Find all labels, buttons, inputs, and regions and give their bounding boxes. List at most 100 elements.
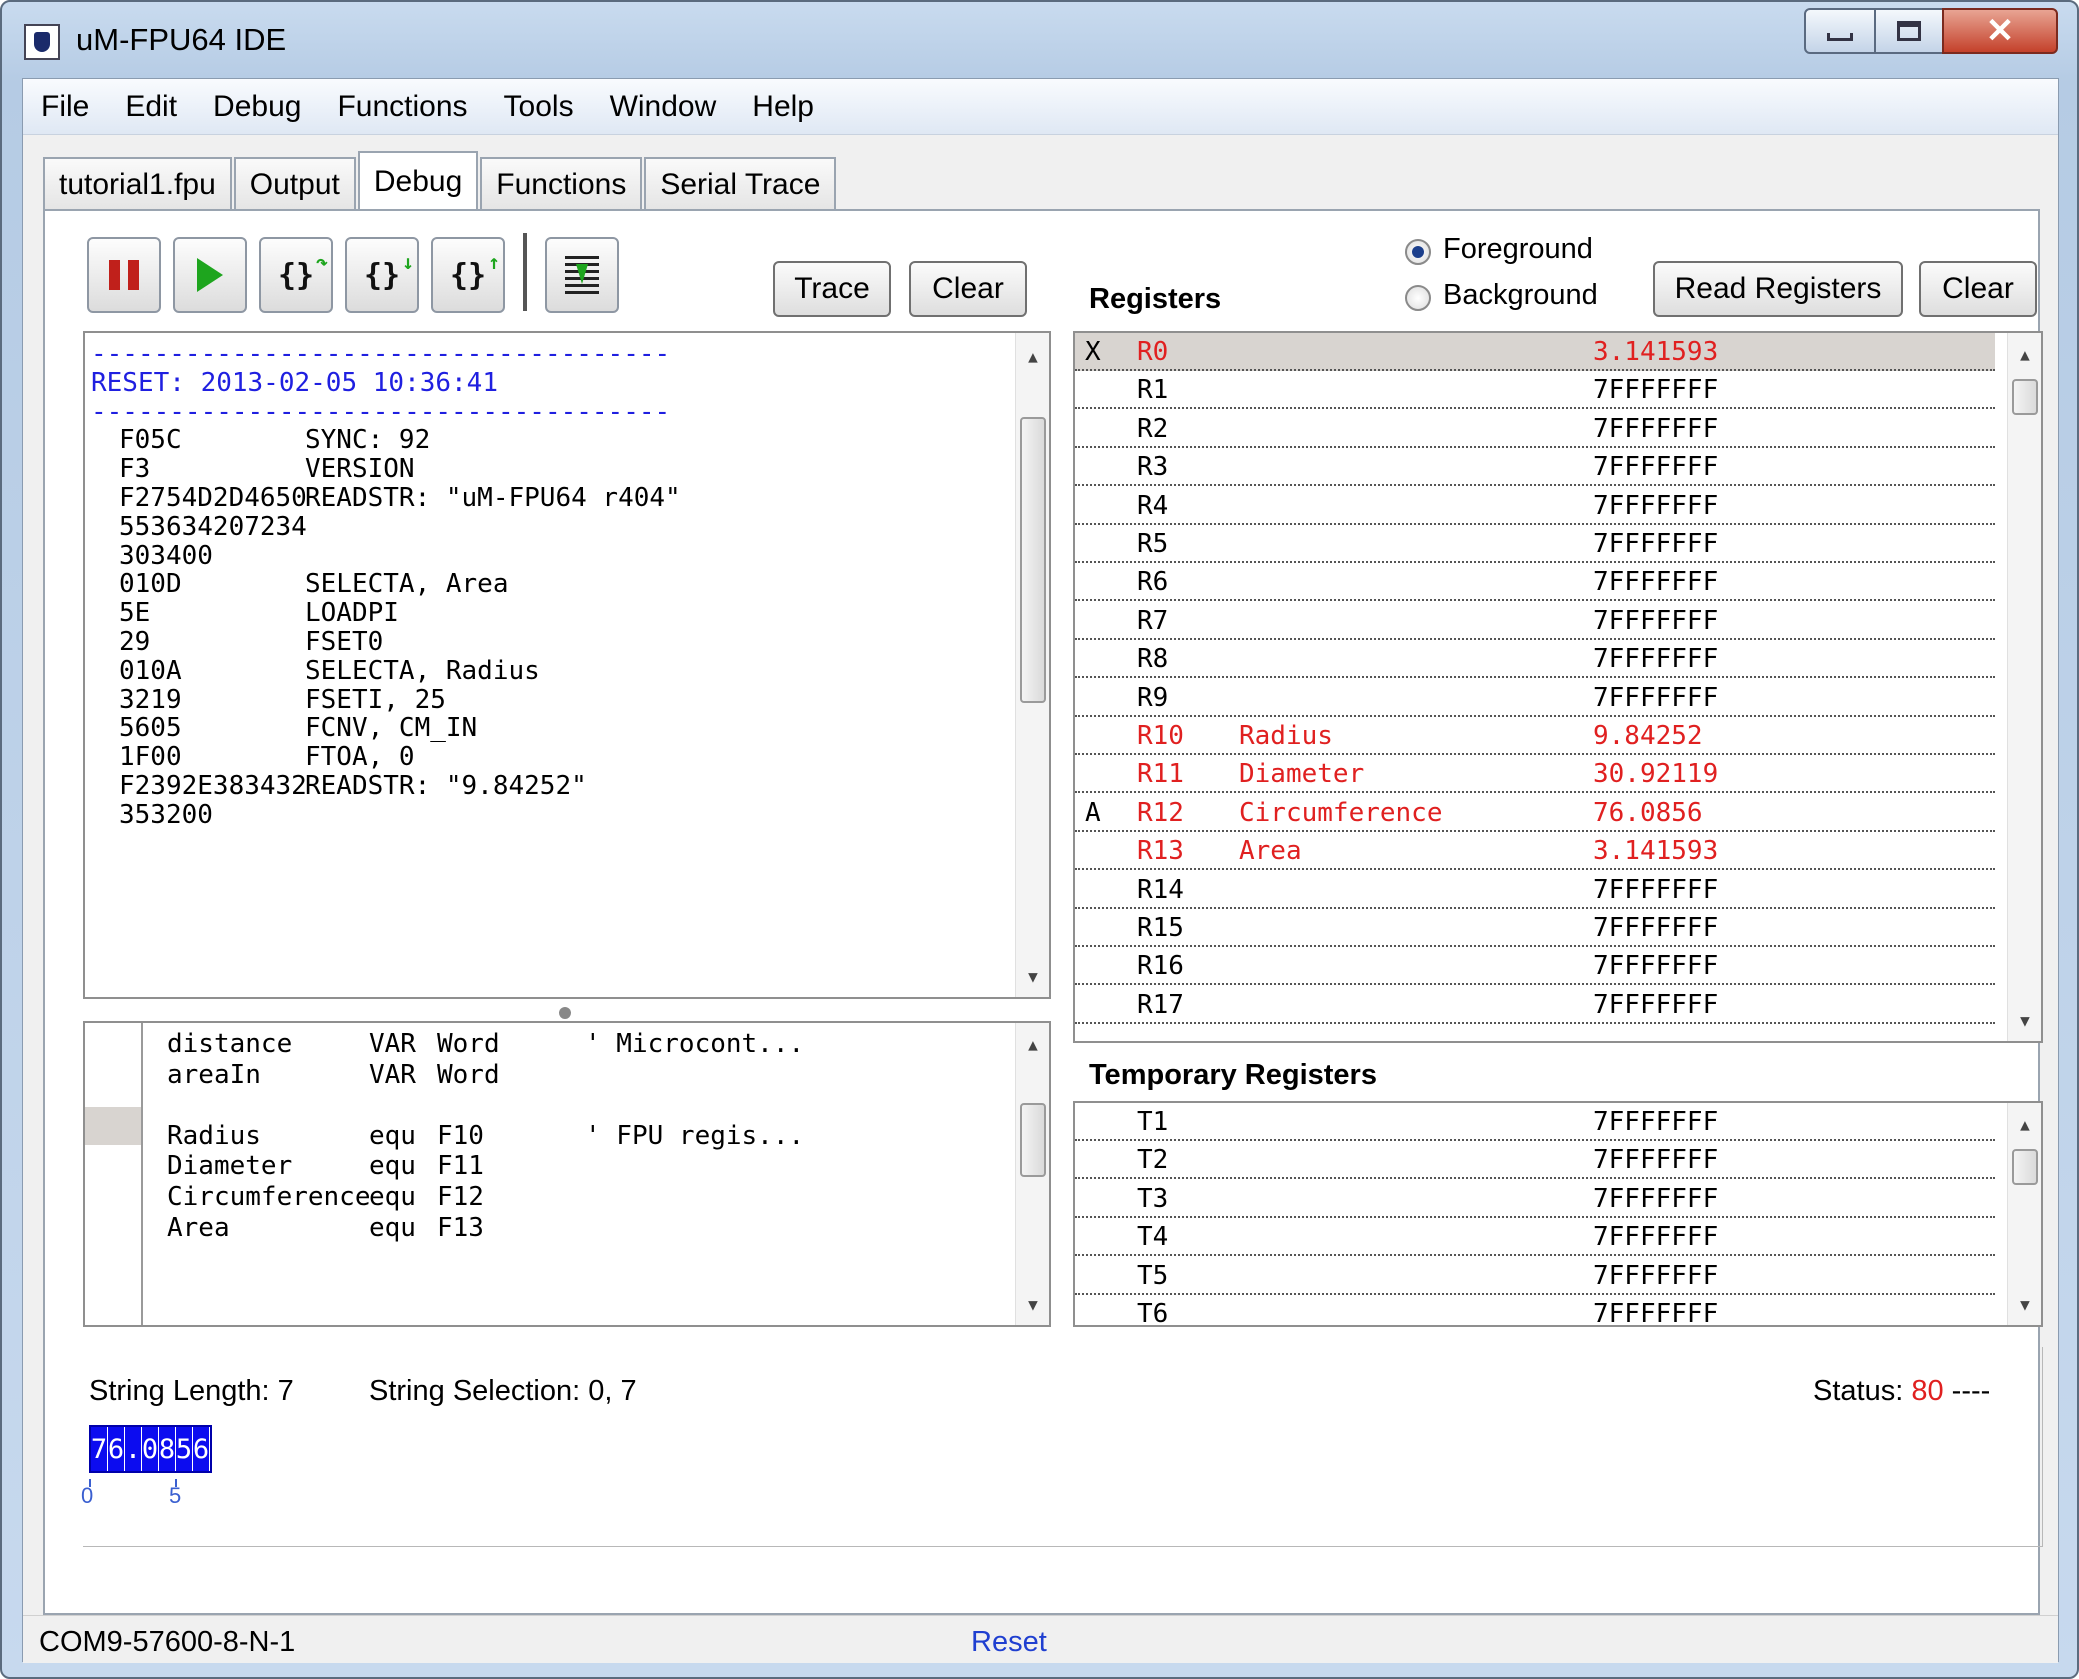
- scroll-thumb[interactable]: [2012, 379, 2038, 415]
- trace-row: F3 VERSION: [119, 454, 415, 484]
- trace-scrollbar[interactable]: ▲ ▼: [1015, 333, 1049, 997]
- register-row[interactable]: R6 7FFFFFFF: [1075, 563, 1995, 602]
- maximize-icon: [1897, 21, 1921, 41]
- close-button[interactable]: ✕: [1942, 8, 2058, 54]
- register-name: R17: [1137, 989, 1184, 1020]
- register-name: R7: [1137, 605, 1169, 636]
- step-out-button[interactable]: {} ↑: [431, 237, 505, 313]
- scroll-up-icon[interactable]: ▲: [2008, 1107, 2041, 1141]
- register-row[interactable]: X R0 3.141593: [1075, 333, 1995, 371]
- menu-debug[interactable]: Debug: [195, 81, 319, 133]
- trace-panel[interactable]: ▲ ▼ ------------------------------------…: [83, 331, 1051, 999]
- register-row[interactable]: R16 7FFFFFFF: [1075, 947, 1995, 986]
- registers-clear-button[interactable]: Clear: [1919, 261, 2037, 317]
- scroll-down-icon[interactable]: ▼: [2008, 1287, 2041, 1321]
- menu-help[interactable]: Help: [734, 81, 832, 133]
- register-row[interactable]: R17 7FFFFFFF: [1075, 986, 1995, 1024]
- menu-window[interactable]: Window: [592, 81, 735, 133]
- temp-register-row[interactable]: T4 7FFFFFFF: [1075, 1218, 1995, 1257]
- app-icon[interactable]: [24, 24, 60, 60]
- run-icon: [197, 258, 223, 292]
- menu-edit[interactable]: Edit: [107, 81, 195, 133]
- menu-tools[interactable]: Tools: [486, 81, 592, 133]
- source-token: VAR: [369, 1029, 416, 1059]
- step-over-button[interactable]: {} ↓: [345, 237, 419, 313]
- scroll-thumb[interactable]: [2012, 1149, 2038, 1185]
- scroll-down-icon[interactable]: ▼: [1016, 1287, 1049, 1321]
- register-row[interactable]: R3 7FFFFFFF: [1075, 448, 1995, 487]
- port-settings: COM9-57600-8-N-1: [39, 1626, 296, 1658]
- reset-link[interactable]: Reset: [971, 1626, 1047, 1659]
- temp-register-row[interactable]: T1 7FFFFFFF: [1075, 1103, 1995, 1141]
- register-name: R14: [1137, 874, 1184, 905]
- read-registers-button[interactable]: Read Registers: [1653, 261, 1903, 317]
- register-row[interactable]: R5 7FFFFFFF: [1075, 525, 1995, 563]
- register-row[interactable]: R9 7FFFFFFF: [1075, 679, 1995, 717]
- source-token: equ: [369, 1212, 416, 1243]
- background-radio[interactable]: [1405, 285, 1431, 311]
- string-buffer[interactable]: 76.0856: [89, 1425, 212, 1473]
- toolbar-separator: [523, 233, 527, 311]
- pause-button[interactable]: [87, 237, 161, 313]
- trace-code: 010A: [119, 655, 182, 686]
- trace-button[interactable]: Trace: [773, 261, 891, 317]
- trace-clear-button[interactable]: Clear: [909, 261, 1027, 317]
- register-row[interactable]: R15 7FFFFFFF: [1075, 909, 1995, 947]
- register-value: 7FFFFFFF: [1593, 490, 1719, 521]
- source-panel[interactable]: ▲ ▼ distance VAR Word ' Microcont... areaIn V…: [83, 1021, 1051, 1327]
- trace-desc: SELECTA, Radius: [305, 655, 540, 686]
- trace-lines-button[interactable]: [545, 237, 619, 313]
- scroll-thumb[interactable]: [1020, 417, 1046, 703]
- register-row[interactable]: R8 7FFFFFFF: [1075, 640, 1995, 679]
- scroll-up-icon[interactable]: ▲: [1016, 1027, 1049, 1061]
- string-index-5: 5: [169, 1483, 182, 1508]
- source-token: F13: [437, 1212, 484, 1243]
- temp-register-row[interactable]: T6 7FFFFFFF: [1075, 1295, 1995, 1325]
- temp-registers-panel[interactable]: ▲ ▼ T1 7FFFFFFF T2 7FFFFFFF T3 7FFFFFFF T4 7FFF…: [1073, 1101, 2043, 1327]
- register-flag: A: [1085, 797, 1101, 828]
- register-row[interactable]: A R12 Circumference 76.0856: [1075, 794, 1995, 832]
- tab-serial-trace[interactable]: Serial Trace: [644, 157, 837, 211]
- register-row[interactable]: R10 Radius 9.84252: [1075, 717, 1995, 755]
- scroll-thumb[interactable]: [1020, 1103, 1046, 1177]
- minimize-button[interactable]: [1804, 8, 1876, 54]
- register-row[interactable]: R13 Area 3.141593: [1075, 832, 1995, 871]
- tab-debug[interactable]: Debug: [357, 151, 479, 213]
- trace-code: 303400: [119, 540, 213, 571]
- registers-scrollbar[interactable]: ▲ ▼: [2007, 333, 2041, 1041]
- step-into-button[interactable]: {} ↷: [259, 237, 333, 313]
- foreground-radio[interactable]: [1405, 239, 1431, 265]
- tab-functions[interactable]: Functions: [480, 157, 643, 211]
- scroll-up-icon[interactable]: ▲: [2008, 337, 2041, 371]
- temp-register-row[interactable]: T5 7FFFFFFF: [1075, 1257, 1995, 1295]
- register-row[interactable]: R2 7FFFFFFF: [1075, 410, 1995, 448]
- scroll-up-icon[interactable]: ▲: [1016, 339, 1049, 373]
- temp-register-row[interactable]: T2 7FFFFFFF: [1075, 1141, 1995, 1180]
- tab-tutorial1-fpu[interactable]: tutorial1.fpu: [43, 157, 232, 211]
- tab-output[interactable]: Output: [233, 157, 356, 211]
- register-row[interactable]: R1 7FFFFFFF: [1075, 371, 1995, 410]
- register-row[interactable]: R7 7FFFFFFF: [1075, 602, 1995, 640]
- background-label: Background: [1443, 279, 1598, 311]
- temp-scrollbar[interactable]: ▲ ▼: [2007, 1103, 2041, 1325]
- maximize-button[interactable]: [1874, 8, 1944, 54]
- source-scrollbar[interactable]: ▲ ▼: [1015, 1023, 1049, 1325]
- menu-file[interactable]: File: [23, 81, 107, 133]
- menu-functions[interactable]: Functions: [319, 81, 485, 133]
- scroll-down-icon[interactable]: ▼: [1016, 959, 1049, 993]
- registers-panel[interactable]: ▲ ▼ X R0 3.141593 R1 7FFFFFFF R2 7FFFFFFF R3 7FF…: [1073, 331, 2043, 1043]
- register-name: R10: [1137, 721, 1184, 751]
- register-row-partial: [1075, 1024, 1995, 1034]
- string-char: .: [125, 1427, 142, 1471]
- step-out-icon: {} ↑: [449, 249, 501, 293]
- run-button[interactable]: [173, 237, 247, 313]
- temp-register-name: T5: [1137, 1260, 1169, 1291]
- trace-row: 29 FSET0: [119, 627, 383, 657]
- temp-register-row[interactable]: T3 7FFFFFFF: [1075, 1180, 1995, 1218]
- splitter-grip[interactable]: [559, 1007, 571, 1019]
- register-row[interactable]: R11 Diameter 30.92119: [1075, 755, 1995, 794]
- source-token: F11: [437, 1151, 484, 1182]
- register-row[interactable]: R14 7FFFFFFF: [1075, 871, 1995, 909]
- register-row[interactable]: R4 7FFFFFFF: [1075, 487, 1995, 525]
- scroll-down-icon[interactable]: ▼: [2008, 1003, 2041, 1037]
